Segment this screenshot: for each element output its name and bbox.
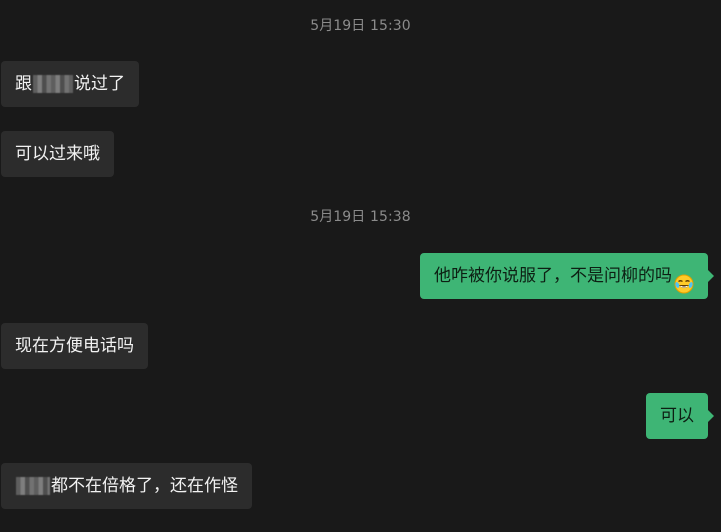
redacted-name (16, 477, 50, 495)
message-text: 说过了 (74, 74, 125, 94)
redacted-name (33, 75, 73, 93)
message-bubble-incoming[interactable]: 都不在倍格了，还在作怪 (1, 463, 252, 509)
timestamp: 5月19日 15:30 (310, 18, 411, 34)
message-text: 可以过来哦 (15, 144, 100, 164)
message-text: 现在方便电话吗 (15, 336, 134, 356)
message-bubble-outgoing[interactable]: 他咋被你说服了，不是问柳的吗 (420, 253, 714, 299)
message-bubble-incoming[interactable]: 跟 说过了 (1, 61, 139, 107)
timestamp: 5月19日 15:38 (310, 209, 411, 225)
message-text: 都不在倍格了，还在作怪 (51, 476, 238, 496)
message-text: 可以 (660, 406, 694, 426)
message-text: 跟 (15, 74, 32, 94)
message-text: 他咋被你说服了，不是问柳的吗 (434, 266, 672, 286)
laughing-crying-face-icon (674, 266, 694, 294)
message-bubble-incoming[interactable]: 现在方便电话吗 (1, 323, 148, 369)
chat-area: 5月19日 15:30 跟 说过了 可以过来哦 5月19日 15:38 他咋被你… (0, 0, 721, 532)
message-bubble-incoming[interactable]: 可以过来哦 (1, 131, 114, 177)
message-bubble-outgoing[interactable]: 可以 (646, 393, 714, 439)
